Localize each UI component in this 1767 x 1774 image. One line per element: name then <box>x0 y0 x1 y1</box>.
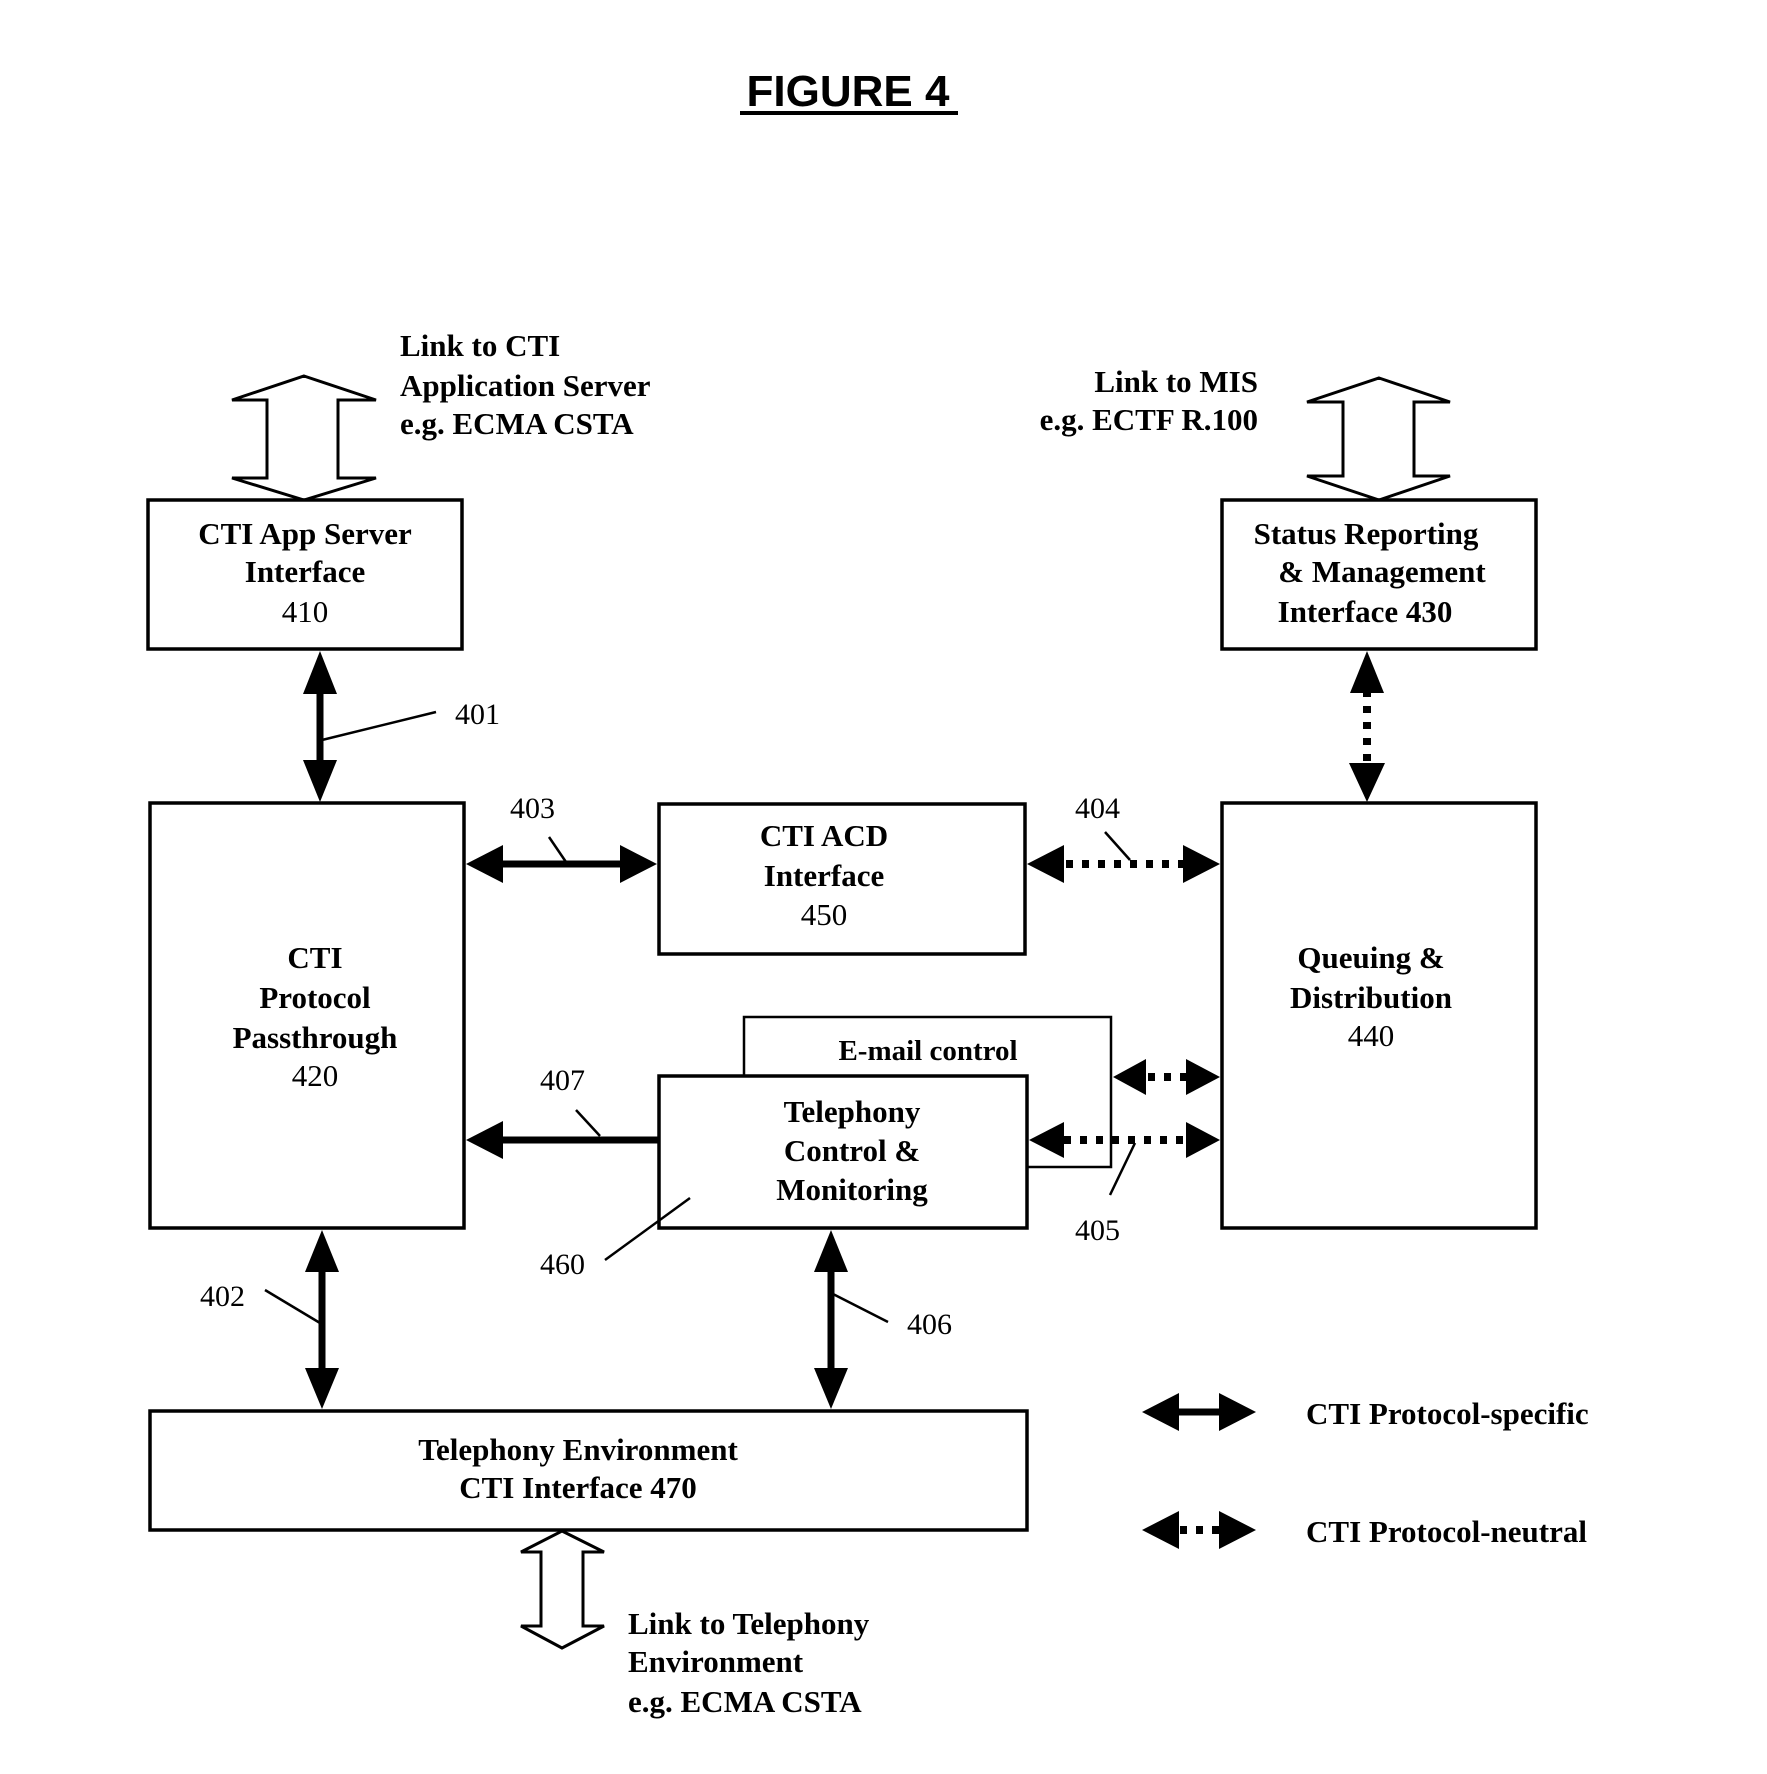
block-420-line-1: CTI <box>287 940 342 975</box>
ref-403: 403 <box>510 792 555 825</box>
legend-item-protocol-neutral: CTI Protocol-neutral <box>1142 1511 1587 1549</box>
block-450-line-1: CTI ACD <box>760 818 888 853</box>
block-460-line-2: Control & <box>784 1133 920 1168</box>
block-cti-protocol-passthrough-420: CTI Protocol Passthrough 420 <box>148 801 466 1230</box>
link-telephony-line-2: Environment <box>628 1644 804 1679</box>
arrowhead-right-icon <box>1183 845 1220 883</box>
legend-dotted-arrow-right-icon <box>1219 1511 1256 1549</box>
legend-dotted-arrow-left-icon <box>1142 1511 1179 1549</box>
block-telephony-environment-cti-interface-470: Telephony Environment CTI Interface 470 <box>148 1409 1029 1532</box>
block-420-line-3: Passthrough <box>233 1020 398 1055</box>
link-mis-line-2: e.g. ECTF R.100 <box>1040 402 1258 437</box>
arrowhead-right-icon <box>1186 1059 1220 1095</box>
ref-404: 404 <box>1075 792 1120 825</box>
connection-401-solid: 401 <box>303 651 500 802</box>
figure-canvas: FIGURE 4 Link to CTI Application Server … <box>146 67 1589 1719</box>
connection-402-solid: 402 <box>200 1230 339 1409</box>
legend-solid-label: CTI Protocol-specific <box>1306 1396 1589 1431</box>
arrowhead-right-icon <box>1186 1122 1220 1158</box>
ref-460: 460 <box>540 1248 585 1281</box>
arrowhead-right-icon <box>620 845 657 883</box>
link-app-server-label: Link to CTI Application Server e.g. ECMA… <box>400 328 651 441</box>
connection-email-440-dotted <box>1113 1059 1220 1095</box>
block-440-frame <box>1220 801 1538 1230</box>
connection-406-solid: 406 <box>814 1230 952 1409</box>
arrowhead-up-icon <box>303 651 337 694</box>
connection-403-solid: 403 <box>466 792 657 883</box>
connection-407-solid: 407 <box>466 1064 658 1159</box>
arrowhead-left-icon <box>1027 845 1064 883</box>
link-app-server-line-2: Application Server <box>400 368 651 403</box>
block-email-label: E-mail control <box>838 1035 1017 1067</box>
link-telephony-line-1: Link to Telephony <box>628 1606 870 1641</box>
link-telephony-label: Link to Telephony Environment e.g. ECMA … <box>628 1606 870 1719</box>
arrowhead-down-icon <box>1349 763 1385 802</box>
link-app-server-line-3: e.g. ECMA CSTA <box>400 406 634 441</box>
block-420-line-2: Protocol <box>259 980 371 1015</box>
block-430-line-3: Interface 430 <box>1278 594 1453 629</box>
block-telephony-control-monitoring-460: Telephony Control & Monitoring <box>657 1074 1029 1230</box>
block-460-line-1: Telephony <box>784 1094 921 1129</box>
block-410-line-2: Interface <box>245 554 366 589</box>
block-cti-app-server-interface-410: CTI App Server Interface 410 <box>146 498 464 651</box>
block-450-line-3: 450 <box>801 897 848 932</box>
hollow-double-arrow-mis-icon <box>1306 376 1451 502</box>
block-440-line-3: 440 <box>1348 1018 1395 1053</box>
arrowhead-up-icon <box>305 1230 339 1272</box>
block-440-line-2: Distribution <box>1290 980 1452 1015</box>
block-cti-acd-interface-450: CTI ACD Interface 450 <box>657 802 1027 956</box>
block-460-line-3: Monitoring <box>776 1172 928 1207</box>
block-440-line-1: Queuing & <box>1297 940 1444 975</box>
arrowhead-down-icon <box>303 760 337 802</box>
arrowhead-up-icon <box>814 1230 848 1272</box>
legend: CTI Protocol-specific CTI Protocol-neutr… <box>1142 1393 1589 1549</box>
connection-430-440-dotted <box>1349 651 1385 802</box>
arrowhead-left-icon <box>466 845 503 883</box>
block-420-line-4: 420 <box>292 1058 339 1093</box>
ref-402: 402 <box>200 1280 245 1313</box>
legend-solid-arrow-left-icon <box>1142 1393 1179 1431</box>
hollow-double-arrow-app-server-icon <box>231 374 377 502</box>
legend-dotted-label: CTI Protocol-neutral <box>1306 1514 1587 1549</box>
ref-407: 407 <box>540 1064 585 1097</box>
legend-item-protocol-specific: CTI Protocol-specific <box>1142 1393 1589 1431</box>
hollow-double-arrow-telephony-icon <box>520 1529 605 1650</box>
connection-405-dotted: 405 <box>1029 1122 1220 1247</box>
ref-405: 405 <box>1075 1214 1120 1247</box>
link-mis-label: Link to MIS e.g. ECTF R.100 <box>1040 364 1258 437</box>
link-telephony-line-3: e.g. ECMA CSTA <box>628 1684 862 1719</box>
figure-title: FIGURE 4 <box>747 67 950 116</box>
block-430-line-1: Status Reporting <box>1254 516 1479 551</box>
link-mis-line-1: Link to MIS <box>1094 364 1258 399</box>
link-app-server-line-1: Link to CTI <box>400 328 560 363</box>
block-410-line-1: CTI App Server <box>198 516 412 551</box>
block-430-line-2: & Management <box>1278 554 1486 589</box>
block-450-line-2: Interface <box>764 858 885 893</box>
block-470-line-2: CTI Interface 470 <box>459 1470 697 1505</box>
block-queuing-distribution-440: Queuing & Distribution 440 <box>1220 801 1538 1230</box>
ref-401: 401 <box>455 698 500 731</box>
arrowhead-down-icon <box>305 1368 339 1409</box>
block-410-line-3: 410 <box>282 594 329 629</box>
legend-solid-arrow-right-icon <box>1219 1393 1256 1431</box>
connection-404-dotted: 404 <box>1027 792 1220 883</box>
arrowhead-down-icon <box>814 1368 848 1409</box>
arrowhead-left-icon <box>1113 1059 1146 1095</box>
block-420-frame <box>148 801 466 1230</box>
arrowhead-up-icon <box>1350 651 1384 693</box>
block-470-line-1: Telephony Environment <box>418 1432 738 1467</box>
ref-406: 406 <box>907 1308 952 1341</box>
arrowhead-left-icon <box>466 1121 503 1159</box>
block-status-reporting-interface-430: Status Reporting & Management Interface … <box>1220 498 1538 651</box>
